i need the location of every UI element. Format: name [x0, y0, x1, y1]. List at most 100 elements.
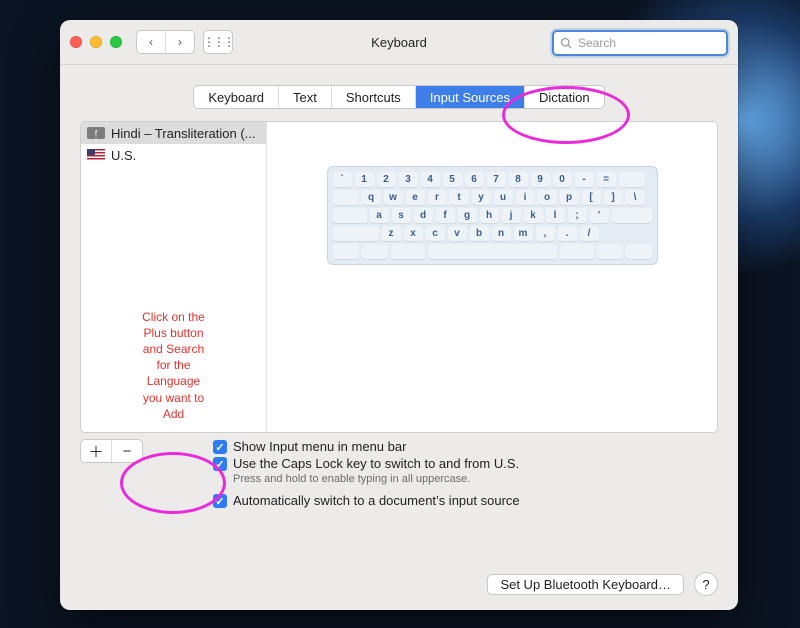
key-cap: 8	[509, 172, 528, 187]
key-cap: u	[494, 190, 513, 205]
input-sources-panel: f̥ Hindi – Transliteration (... U.S. Cli…	[80, 121, 718, 560]
key-cap: 2	[377, 172, 396, 187]
key-cap: e	[406, 190, 425, 205]
modifier-key	[391, 244, 425, 259]
window-toolbar: ‹ › ⋮⋮⋮ Keyboard	[60, 20, 738, 65]
option-caps-lock-sub: Press and hold to enable typing in all u…	[233, 473, 718, 485]
window-controls	[70, 36, 122, 48]
keyboard-prefs-window: ‹ › ⋮⋮⋮ Keyboard Keyboard Text Shortcuts…	[60, 20, 738, 610]
search-field-wrap[interactable]	[552, 30, 728, 56]
key-cap: 4	[421, 172, 440, 187]
key-cap: r	[428, 190, 447, 205]
keyboard-preview-pane: `1234567890-=qwertyuiop[]\asdfghjkl;'zxc…	[267, 122, 717, 432]
modifier-key	[619, 172, 645, 187]
keyboard-row: asdfghjkl;'	[333, 208, 652, 223]
nav-group: ‹ ›	[136, 30, 195, 54]
checkbox-checked-icon: ✓	[213, 440, 227, 454]
modifier-key	[333, 226, 379, 241]
minimize-button[interactable]	[90, 36, 102, 48]
key-cap: '	[590, 208, 609, 223]
key-cap: 1	[355, 172, 374, 187]
footer-row: Set Up Bluetooth Keyboard… ?	[60, 560, 738, 610]
key-cap: ;	[568, 208, 587, 223]
modifier-key	[597, 244, 623, 259]
add-source-button[interactable]: ＋	[81, 440, 111, 462]
zoom-button[interactable]	[110, 36, 122, 48]
option-label: Show Input menu in menu bar	[233, 439, 406, 454]
show-all-button[interactable]: ⋮⋮⋮	[203, 30, 233, 54]
key-cap: k	[524, 208, 543, 223]
keyboard-row	[333, 244, 652, 259]
key-cap: 0	[553, 172, 572, 187]
key-cap: b	[470, 226, 489, 241]
option-show-input-menu[interactable]: ✓ Show Input menu in menu bar	[213, 439, 718, 454]
keyboard-row: `1234567890-=	[333, 172, 652, 187]
chevron-right-icon: ›	[178, 35, 182, 49]
tab-input-sources[interactable]: Input Sources	[415, 86, 524, 108]
key-cap: 7	[487, 172, 506, 187]
modifier-key	[333, 190, 359, 205]
key-cap: z	[382, 226, 401, 241]
tab-dictation[interactable]: Dictation	[524, 86, 604, 108]
add-remove-group: ＋ −	[80, 439, 143, 463]
key-cap: j	[502, 208, 521, 223]
key-cap: 9	[531, 172, 550, 187]
key-cap: f	[436, 208, 455, 223]
modifier-key	[333, 208, 367, 223]
hindi-flag-icon: f̥	[87, 127, 105, 139]
key-cap: c	[426, 226, 445, 241]
modifier-key	[560, 244, 594, 259]
option-caps-lock-switch[interactable]: ✓ Use the Caps Lock key to switch to and…	[213, 456, 718, 471]
spacebar-key	[428, 244, 557, 259]
tab-shortcuts[interactable]: Shortcuts	[331, 86, 415, 108]
key-cap: o	[538, 190, 557, 205]
key-cap: a	[370, 208, 389, 223]
chevron-left-icon: ‹	[149, 35, 153, 49]
key-cap: .	[558, 226, 577, 241]
key-cap: 3	[399, 172, 418, 187]
key-cap: h	[480, 208, 499, 223]
option-label: Automatically switch to a document’s inp…	[233, 493, 520, 508]
option-auto-switch[interactable]: ✓ Automatically switch to a document’s i…	[213, 493, 718, 508]
bluetooth-keyboard-button[interactable]: Set Up Bluetooth Keyboard…	[487, 574, 684, 595]
key-cap: n	[492, 226, 511, 241]
forward-button[interactable]: ›	[165, 31, 194, 53]
tab-strip: Keyboard Text Shortcuts Input Sources Di…	[60, 85, 738, 109]
key-cap: d	[414, 208, 433, 223]
key-cap: l	[546, 208, 565, 223]
source-row-us[interactable]: U.S.	[81, 144, 266, 166]
source-label: Hindi – Transliteration (...	[111, 126, 256, 141]
source-list[interactable]: f̥ Hindi – Transliteration (... U.S. Cli…	[81, 122, 267, 432]
key-cap: ]	[604, 190, 623, 205]
key-cap: i	[516, 190, 535, 205]
search-input[interactable]	[576, 35, 720, 51]
back-button[interactable]: ‹	[137, 31, 165, 53]
source-row-hindi[interactable]: f̥ Hindi – Transliteration (...	[81, 122, 266, 144]
us-flag-icon	[87, 149, 105, 161]
modifier-key	[612, 208, 652, 223]
help-button[interactable]: ?	[694, 572, 718, 596]
keyboard-row: zxcvbnm,./	[333, 226, 652, 241]
key-cap: s	[392, 208, 411, 223]
close-button[interactable]	[70, 36, 82, 48]
modifier-key	[333, 244, 359, 259]
tab-text[interactable]: Text	[278, 86, 331, 108]
key-cap: -	[575, 172, 594, 187]
checkbox-checked-icon: ✓	[213, 494, 227, 508]
key-cap: [	[582, 190, 601, 205]
key-cap: ,	[536, 226, 555, 241]
key-cap: \	[626, 190, 645, 205]
remove-source-button[interactable]: −	[111, 440, 142, 462]
grid-icon: ⋮⋮⋮	[204, 31, 232, 53]
key-cap: x	[404, 226, 423, 241]
key-cap: y	[472, 190, 491, 205]
source-label: U.S.	[111, 148, 136, 163]
key-cap: p	[560, 190, 579, 205]
checkbox-checked-icon: ✓	[213, 457, 227, 471]
search-icon	[560, 37, 572, 49]
key-cap: m	[514, 226, 533, 241]
option-label: Use the Caps Lock key to switch to and f…	[233, 456, 519, 471]
key-cap: 6	[465, 172, 484, 187]
tab-keyboard[interactable]: Keyboard	[194, 86, 278, 108]
key-cap: w	[384, 190, 403, 205]
